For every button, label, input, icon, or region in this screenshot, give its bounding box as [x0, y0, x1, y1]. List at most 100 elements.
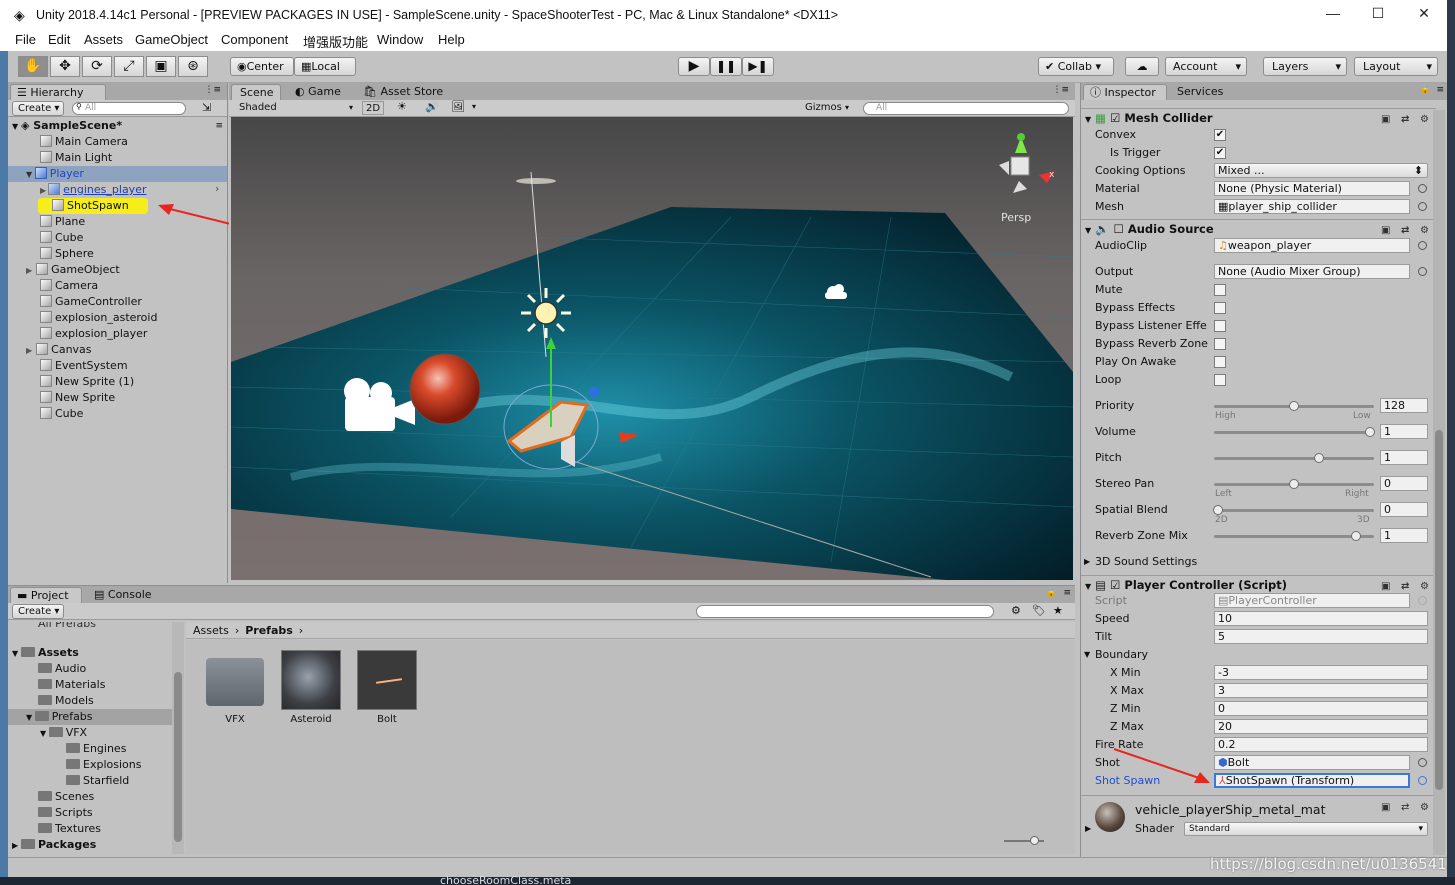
tree-item[interactable]: Engines: [66, 741, 126, 757]
panel-menu-icon[interactable]: ⋮≡: [204, 85, 221, 95]
tree-item[interactable]: Explosions: [66, 757, 141, 773]
tree-item[interactable]: Models: [38, 693, 94, 709]
tab-asset-store[interactable]: 🛍 Asset Store: [357, 84, 449, 100]
scene-viewport[interactable]: x Persp: [231, 117, 1073, 580]
hierarchy-item[interactable]: Camera: [40, 278, 98, 294]
xmax-field[interactable]: 3: [1214, 683, 1428, 698]
menu-window[interactable]: Window: [377, 32, 423, 47]
slider-knob[interactable]: [1289, 479, 1299, 489]
audio-toggle-icon[interactable]: 🔊: [425, 100, 439, 113]
audio-source-header[interactable]: ▼ 🔈 ☐ Audio Source ▣ ⇄ ⚙: [1081, 219, 1436, 238]
play-on-awake-checkbox[interactable]: [1214, 356, 1226, 368]
tree-item[interactable]: Audio: [38, 661, 86, 677]
project-create-button[interactable]: Create ▾: [12, 604, 64, 619]
scene-search-input[interactable]: All: [863, 102, 1069, 115]
tab-scene[interactable]: Scene: [231, 84, 281, 100]
project-search-input[interactable]: [696, 605, 994, 618]
cloud-button[interactable]: ☁: [1125, 57, 1159, 76]
enable-checkbox[interactable]: ☑: [1110, 111, 1120, 125]
close-button[interactable]: ✕: [1413, 5, 1435, 25]
panel-menu-icon[interactable]: ≡: [1063, 588, 1071, 598]
filter-label-icon[interactable]: 🏷: [1032, 604, 1046, 617]
mesh-field[interactable]: ▦player_ship_collider: [1214, 199, 1410, 214]
pitch-field[interactable]: 1: [1380, 450, 1428, 465]
hierarchy-search-input[interactable]: All: [72, 102, 186, 115]
tab-hierarchy[interactable]: ☰ Hierarchy: [10, 84, 106, 100]
hierarchy-item[interactable]: Sphere: [40, 246, 94, 262]
rect-tool-icon[interactable]: ▣: [146, 56, 176, 77]
enable-checkbox[interactable]: ☐: [1114, 222, 1124, 236]
help-icon[interactable]: ▣: [1381, 802, 1390, 813]
minimize-button[interactable]: —: [1322, 5, 1344, 25]
bypass-effects-checkbox[interactable]: [1214, 302, 1226, 314]
tab-game[interactable]: ◐ Game: [289, 84, 347, 100]
pitch-slider[interactable]: [1214, 453, 1374, 463]
menu-gameobject[interactable]: GameObject: [135, 32, 208, 47]
hierarchy-item[interactable]: Cube: [40, 230, 83, 246]
object-picker-icon[interactable]: [1418, 776, 1427, 785]
tab-project[interactable]: ▬ Project: [10, 587, 82, 603]
hierarchy-create-button[interactable]: Create ▾: [12, 101, 64, 116]
breadcrumb-assets[interactable]: Assets: [193, 624, 229, 637]
chevron-right-icon[interactable]: ›: [215, 182, 219, 195]
bypass-listener-checkbox[interactable]: [1214, 320, 1226, 332]
tree-scrollbar[interactable]: [172, 622, 184, 854]
tab-inspector[interactable]: ⓘ Inspector: [1083, 84, 1167, 100]
tree-item[interactable]: Scripts: [38, 805, 93, 821]
hierarchy-item[interactable]: Main Light: [40, 150, 112, 166]
slider-knob[interactable]: [1351, 531, 1361, 541]
reverb-mix-field[interactable]: 1: [1380, 528, 1428, 543]
hand-tool-icon[interactable]: ✋: [18, 56, 48, 77]
pause-button[interactable]: ❚❚: [710, 57, 742, 76]
enable-checkbox[interactable]: ☑: [1110, 578, 1120, 592]
row-boundary[interactable]: ▼ Boundary: [1081, 646, 1436, 664]
tab-services[interactable]: Services: [1171, 84, 1229, 100]
stereo-pan-field[interactable]: 0: [1380, 476, 1428, 491]
zmin-field[interactable]: 0: [1214, 701, 1428, 716]
asset-tile-bolt[interactable]: Bolt: [356, 650, 418, 725]
collapse-icon[interactable]: ⇲: [202, 101, 211, 114]
hierarchy-item[interactable]: ▶ GameObject: [26, 262, 120, 278]
object-picker-icon[interactable]: [1418, 267, 1427, 276]
play-button[interactable]: ▶: [678, 57, 710, 76]
panel-menu-icon[interactable]: ⋮≡: [1052, 85, 1069, 95]
object-picker-icon[interactable]: [1418, 184, 1427, 193]
tab-console[interactable]: ▤ Console: [88, 587, 158, 603]
tree-item[interactable]: Starfield: [66, 773, 129, 789]
object-picker-icon[interactable]: [1418, 202, 1427, 211]
gear-icon[interactable]: ⚙: [1420, 802, 1429, 813]
row-3d-sound[interactable]: ▶ 3D Sound Settings: [1081, 553, 1436, 571]
mesh-collider-header[interactable]: ▼ ▦ ☑ Mesh Collider ▣ ⇄ ⚙: [1081, 108, 1436, 127]
hierarchy-item[interactable]: GameController: [40, 294, 142, 310]
volume-slider[interactable]: [1214, 427, 1375, 437]
hierarchy-item[interactable]: New Sprite (1): [40, 374, 134, 390]
is-trigger-checkbox[interactable]: ✔: [1214, 147, 1226, 159]
scene-root-row[interactable]: ▼ ◈ SampleScene* ≡: [8, 118, 227, 134]
menu-assets[interactable]: Assets: [84, 32, 123, 47]
maximize-button[interactable]: ☐: [1367, 5, 1389, 25]
menu-enhanced[interactable]: 增强版功能: [303, 32, 368, 51]
audioclip-field[interactable]: ♫weapon_player: [1214, 238, 1410, 253]
asset-tile-asteroid[interactable]: Asteroid: [280, 650, 342, 725]
material-field[interactable]: None (Physic Material): [1214, 181, 1410, 196]
step-button[interactable]: ▶❚: [742, 57, 774, 76]
spatial-blend-field[interactable]: 0: [1380, 502, 1428, 517]
tilt-field[interactable]: 5: [1214, 629, 1428, 644]
tree-item[interactable]: Materials: [38, 677, 105, 693]
fire-rate-field[interactable]: 0.2: [1214, 737, 1428, 752]
xmin-field[interactable]: -3: [1214, 665, 1428, 680]
tree-item-prefabs[interactable]: ▼ Prefabs: [8, 709, 172, 725]
hierarchy-item[interactable]: explosion_asteroid: [40, 310, 157, 326]
collab-button[interactable]: ✔ Collab ▾: [1038, 57, 1114, 76]
thumbnail-size-slider[interactable]: [1004, 836, 1044, 845]
gizmos-dropdown[interactable]: Gizmos ▾: [805, 101, 857, 115]
tree-item[interactable]: ▶ Packages: [12, 837, 96, 853]
lock-icon[interactable]: 🔒: [1046, 588, 1057, 598]
slider-knob[interactable]: [1314, 453, 1324, 463]
tree-item[interactable]: Textures: [38, 821, 101, 837]
menu-help[interactable]: Help: [438, 32, 465, 47]
hierarchy-item[interactable]: ▶ Canvas: [26, 342, 92, 358]
hierarchy-item[interactable]: EventSystem: [40, 358, 128, 374]
shot-spawn-field[interactable]: ⅄ShotSpawn (Transform): [1214, 773, 1410, 788]
slider-knob[interactable]: [1213, 505, 1223, 515]
